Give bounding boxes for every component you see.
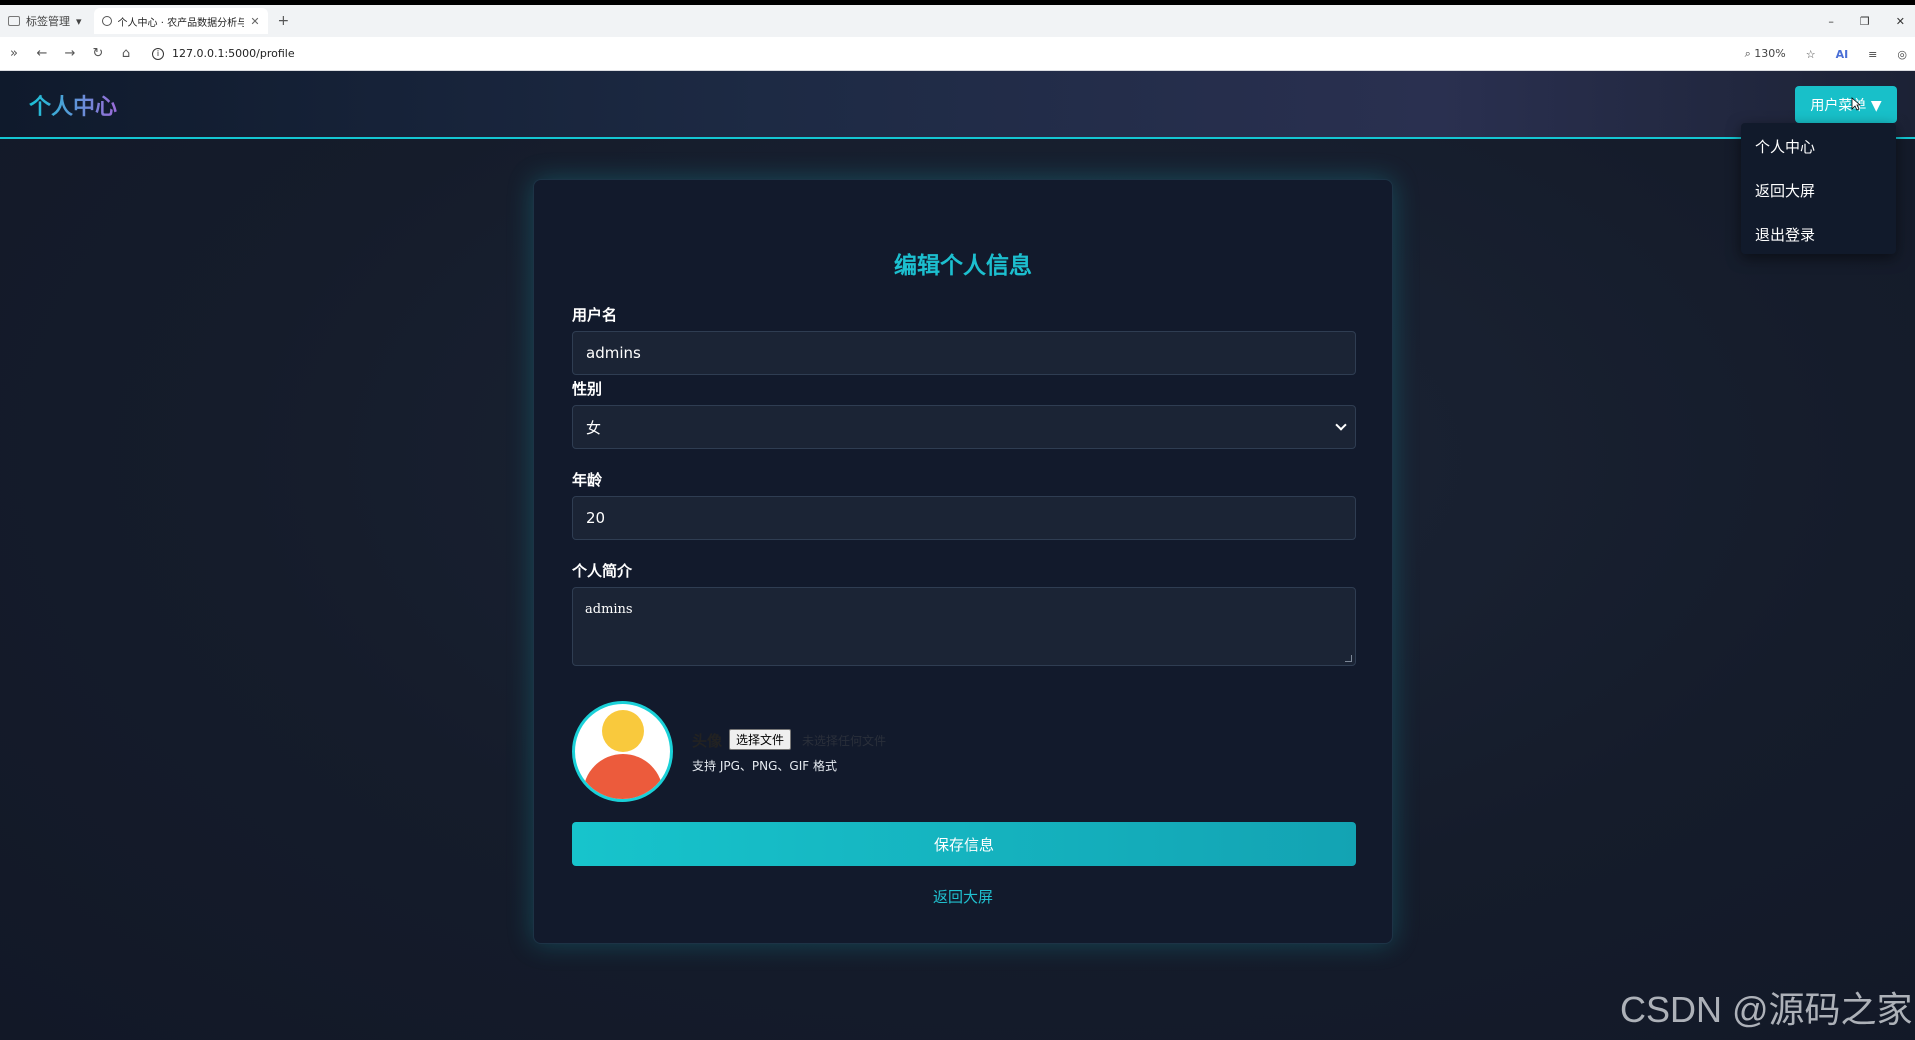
- choose-file-button[interactable]: 选择文件: [729, 729, 792, 750]
- avatar-body-shape: [583, 754, 663, 799]
- window-controls: – ❐ ✕: [1828, 5, 1911, 37]
- favicon-icon: [101, 16, 112, 26]
- resize-handle-icon[interactable]: [1345, 655, 1352, 662]
- gender-selected-value: 女: [586, 418, 602, 437]
- user-menu-dropdown: 个人中心 返回大屏 退出登录: [1741, 123, 1896, 254]
- tab-title: 个人中心 · 农产品数据分析与可: [117, 17, 245, 29]
- chevron-down-icon: [1335, 419, 1347, 431]
- username-label: 用户名: [572, 306, 618, 324]
- username-input[interactable]: admins: [572, 331, 1356, 375]
- menu-item-back-to-dashboard[interactable]: 返回大屏: [1741, 173, 1896, 217]
- watermark: CSDN @源码之家: [1620, 989, 1913, 1030]
- ai-assistant-button[interactable]: AI: [1836, 48, 1849, 61]
- age-input[interactable]: 20: [572, 496, 1356, 540]
- browser-tab-bar: 标签管理 ▾ 个人中心 · 农产品数据分析与可 ✕ + – ❐ ✕: [0, 5, 1915, 37]
- home-icon[interactable]: ⌂: [112, 46, 140, 61]
- bio-label: 个人简介: [572, 562, 633, 580]
- chevron-down-icon: ▾: [76, 14, 82, 28]
- user-menu-button[interactable]: 用户菜单 ▼: [1795, 86, 1897, 123]
- close-window-icon[interactable]: ✕: [1896, 15, 1905, 28]
- minimize-icon[interactable]: –: [1828, 15, 1834, 28]
- profile-form-card: 编辑个人信息 用户名 admins 性别 女 年龄 20 个人简介 admins…: [533, 179, 1393, 944]
- save-button[interactable]: 保存信息: [572, 822, 1356, 866]
- back-icon[interactable]: ←: [28, 46, 56, 61]
- sidebar-toggle-icon[interactable]: »: [0, 46, 28, 61]
- url-text: 127.0.0.1:5000/profile: [172, 47, 295, 60]
- bio-text: admins: [585, 602, 633, 617]
- address-bar-actions: ⌕ 130% ☆ AI ≡ ◎: [1745, 37, 1907, 71]
- menu-item-profile[interactable]: 个人中心: [1741, 129, 1896, 173]
- gender-select[interactable]: 女: [572, 405, 1356, 449]
- close-tab-icon[interactable]: ✕: [250, 15, 259, 28]
- avatar-head-shape: [602, 710, 644, 752]
- page-content: 个人中心 用户菜单 ▼ 个人中心 返回大屏 退出登录 编辑个人信息 用户名 ad…: [0, 71, 1915, 1040]
- tab-group-label: 标签管理: [26, 15, 70, 28]
- address-bar: » ← → ↻ ⌂ i 127.0.0.1:5000/profile ⌕ 130…: [0, 37, 1915, 71]
- site-info-icon[interactable]: i: [152, 47, 164, 60]
- zoom-indicator[interactable]: ⌕ 130%: [1745, 47, 1786, 61]
- new-tab-button[interactable]: +: [278, 13, 290, 29]
- mouse-cursor-icon: [1851, 97, 1861, 111]
- favorite-star-icon[interactable]: ☆: [1806, 48, 1816, 61]
- avatar-label: 头像: [692, 732, 723, 750]
- file-format-hint: 支持 JPG、PNG、GIF 格式: [692, 759, 837, 773]
- back-to-dashboard-link[interactable]: 返回大屏: [534, 886, 1392, 907]
- tab-group-icon: [8, 16, 20, 26]
- tab-group-button[interactable]: 标签管理 ▾: [0, 9, 90, 33]
- reading-list-icon[interactable]: ≡: [1868, 48, 1877, 61]
- browser-tab-active[interactable]: 个人中心 · 农产品数据分析与可 ✕: [93, 8, 268, 34]
- avatar-preview: [572, 701, 673, 802]
- age-label: 年龄: [572, 471, 603, 489]
- restore-icon[interactable]: ❐: [1860, 15, 1870, 28]
- brand-title: 个人中心: [29, 89, 117, 121]
- top-navbar: 个人中心 用户菜单 ▼: [0, 71, 1915, 139]
- menu-item-logout[interactable]: 退出登录: [1741, 217, 1896, 261]
- form-title: 编辑个人信息: [894, 253, 1032, 279]
- forward-icon[interactable]: →: [56, 46, 84, 61]
- bio-textarea[interactable]: admins: [572, 587, 1356, 666]
- gender-label: 性别: [572, 380, 603, 398]
- file-status-text: 未选择任何文件: [802, 734, 887, 748]
- reload-icon[interactable]: ↻: [84, 46, 112, 61]
- zoom-level: 130%: [1754, 47, 1786, 60]
- url-field[interactable]: i 127.0.0.1:5000/profile: [152, 47, 295, 60]
- extensions-icon[interactable]: ◎: [1897, 48, 1907, 61]
